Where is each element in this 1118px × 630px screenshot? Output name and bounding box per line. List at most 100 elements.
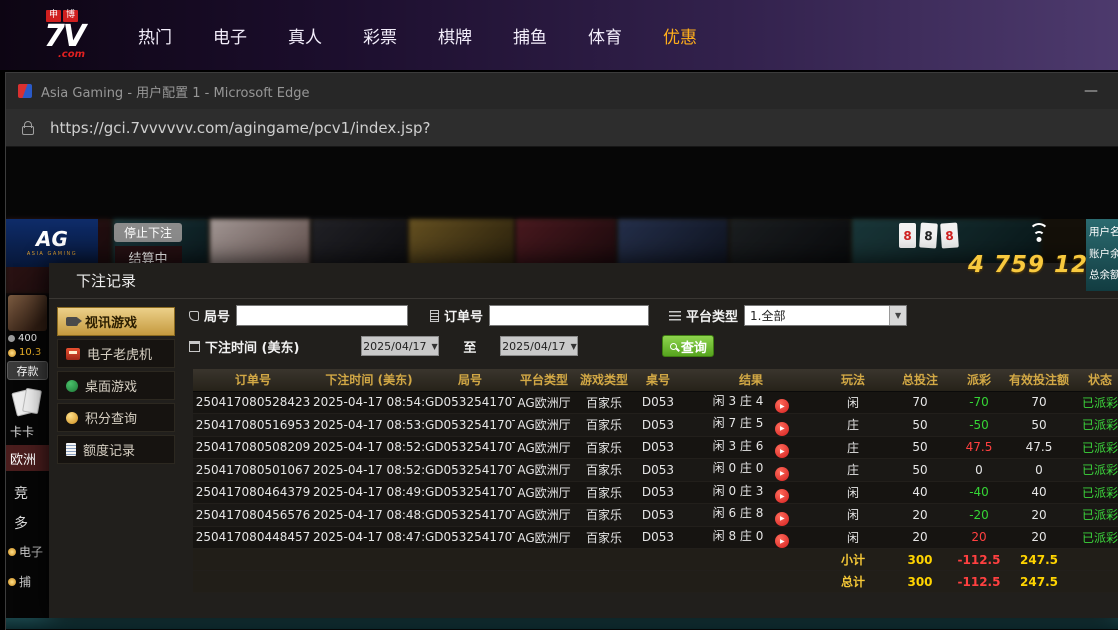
filter-row-2: 下注时间 (美东) 2025/04/17 ▼ 至 2025/04/17 ▼ (189, 335, 1113, 357)
cell-result: 闲 6 庄 8▶ (681, 504, 821, 527)
round-input[interactable] (236, 305, 408, 326)
nav-item-slots[interactable]: 电子 (213, 23, 247, 48)
summary-valid-bet: 247.5 (1003, 571, 1075, 593)
total-row: 总计300-112.5247.5 (193, 571, 1118, 593)
play-video-icon[interactable]: ▶ (775, 512, 789, 526)
sidebar-item-label: 电子老虎机 (87, 344, 152, 363)
cell-total-bet: 40 (885, 481, 955, 504)
summary-label: 小计 (821, 549, 885, 571)
cell-bet-time: 2025-04-17 08:52:14 (313, 459, 425, 482)
cell-total-bet: 50 (885, 414, 955, 437)
tag-icon (189, 311, 199, 321)
lock-icon[interactable] (22, 126, 34, 135)
filter-panel: 局号 订单号 平台类型 1.全部 ▼ 下注时间 (189, 305, 1113, 357)
table-row: 2504170804484572025-04-17 08:47:56GD0532… (193, 526, 1118, 549)
browser-window: Asia Gaming - 用户配置 1 - Microsoft Edge — … (5, 72, 1118, 630)
cell-play-type: 闲 (821, 391, 885, 414)
nav-item-lottery[interactable]: 彩票 (363, 23, 397, 48)
cell-order-id: 250417080464379 (193, 481, 313, 504)
list-icon (669, 311, 681, 321)
date-from-picker[interactable]: 2025/04/17 ▼ (361, 336, 439, 356)
cell-valid-bet: 40 (1003, 481, 1075, 504)
site-logo[interactable]: 申 博 7V .com (44, 10, 114, 60)
result-text: 闲 3 庄 4 (713, 394, 764, 408)
chip-icon (8, 335, 15, 342)
play-video-icon[interactable]: ▶ (775, 467, 789, 481)
deposit-button[interactable]: 存款 (7, 361, 48, 380)
subtotal-row: 小计300-112.5247.5 (193, 549, 1118, 571)
sidebar-item-credit-records[interactable]: 额度记录 (57, 435, 175, 464)
play-video-icon[interactable]: ▶ (775, 534, 789, 548)
column-header: 平台类型 (515, 369, 573, 391)
modal-title: 下注记录 (76, 270, 136, 291)
address-bar[interactable]: https://gci.7vvvvvv.com/agingame/pcv1/in… (50, 119, 430, 137)
cell-status: 已派彩 (1075, 459, 1118, 482)
nav-item-sports[interactable]: 体育 (588, 23, 622, 48)
summary-payout: -112.5 (955, 549, 1003, 571)
summary-total-bet: 300 (885, 549, 955, 571)
sidebar-item-live-games[interactable]: 视讯游戏 (57, 307, 175, 336)
column-header: 桌号 (635, 369, 681, 391)
play-video-icon[interactable]: ▶ (775, 399, 789, 413)
cell-round-id: GD053254170T9 (425, 526, 515, 549)
minimize-button[interactable]: — (1076, 83, 1106, 99)
user-info-panel: 用户名 账户余 总余额 (1086, 219, 1118, 291)
cell-game-type: 百家乐 (573, 481, 635, 504)
platform-label: 平台类型 (686, 306, 738, 325)
column-header: 局号 (425, 369, 515, 391)
search-button[interactable]: 查询 (662, 335, 714, 357)
play-video-icon[interactable]: ▶ (775, 489, 789, 503)
cell-game-type: 百家乐 (573, 436, 635, 459)
menu-fragment: 电子 (8, 543, 43, 560)
order-label: 订单号 (444, 306, 483, 325)
platform-select[interactable]: 1.全部 ▼ (744, 305, 907, 326)
cell-status: 已派彩 (1075, 481, 1118, 504)
cell-order-id: 250417080528423 (193, 391, 313, 414)
nav-item-live[interactable]: 真人 (288, 23, 322, 48)
cell-payout: -40 (955, 481, 1003, 504)
column-header: 总投注 (885, 369, 955, 391)
nav-item-promo[interactable]: 优惠 (663, 23, 697, 48)
cell-status: 已派彩 (1075, 526, 1118, 549)
nav-item-hot[interactable]: 热门 (138, 23, 172, 48)
sidebar-item-points-query[interactable]: 积分查询 (57, 403, 175, 432)
cell-play-type: 庄 (821, 414, 885, 437)
column-header: 有效投注额 (1003, 369, 1075, 391)
cell-valid-bet: 50 (1003, 414, 1075, 437)
sidebar-item-table-games[interactable]: 桌面游戏 (57, 371, 175, 400)
records-table: 订单号 下注时间 (美东) 局号 平台类型 游戏类型 桌号 结果 玩法 总投注 … (193, 369, 1118, 593)
date-to-picker[interactable]: 2025/04/17 ▼ (500, 336, 578, 356)
tab-favicon-ag (18, 84, 32, 98)
sidebar-item-label: 视讯游戏 (85, 312, 137, 331)
play-video-icon[interactable]: ▶ (775, 422, 789, 436)
nav-item-fishing[interactable]: 捕鱼 (513, 23, 547, 48)
sidebar-item-label: 额度记录 (83, 440, 135, 459)
round-label: 局号 (204, 306, 230, 325)
summary-valid-bet: 247.5 (1003, 549, 1075, 571)
chevron-down-icon: ▼ (571, 342, 577, 351)
result-text: 闲 8 庄 0 (713, 529, 764, 543)
cell-bet-time: 2025-04-17 08:49:13 (313, 481, 425, 504)
column-header: 结果 (681, 369, 821, 391)
column-header: 游戏类型 (573, 369, 635, 391)
to-label: 至 (463, 337, 476, 356)
chevron-down-icon: ▼ (889, 306, 906, 325)
table-row: 2504170805010672025-04-17 08:52:14GD0532… (193, 459, 1118, 482)
main-nav: 热门 电子 真人 彩票 棋牌 捕鱼 体育 优惠 (138, 23, 697, 48)
logo-text: 7V (44, 22, 114, 52)
cell-table-no: D053 (635, 481, 681, 504)
cell-round-id: GD053254170TI (425, 391, 515, 414)
order-input[interactable] (489, 305, 649, 326)
play-video-icon[interactable]: ▶ (775, 444, 789, 458)
search-button-label: 查询 (681, 337, 707, 356)
user-panel-total: 总余额 (1089, 265, 1118, 287)
cell-game-type: 百家乐 (573, 414, 635, 437)
stat-value: 10.3 (19, 347, 41, 358)
cell-payout: 20 (955, 526, 1003, 549)
sidebar-item-slot-machines[interactable]: 电子老虎机 (57, 339, 175, 368)
modal-sidebar: 视讯游戏 电子老虎机 桌面游戏 积分查询 (57, 307, 175, 467)
browser-titlebar[interactable]: Asia Gaming - 用户配置 1 - Microsoft Edge — (6, 73, 1118, 109)
summary-payout: -112.5 (955, 571, 1003, 593)
page-content: AG ASIA GAMING 停止下注 结算中 8 8 8 4 759 120 … (6, 147, 1118, 629)
nav-item-cards[interactable]: 棋牌 (438, 23, 472, 48)
